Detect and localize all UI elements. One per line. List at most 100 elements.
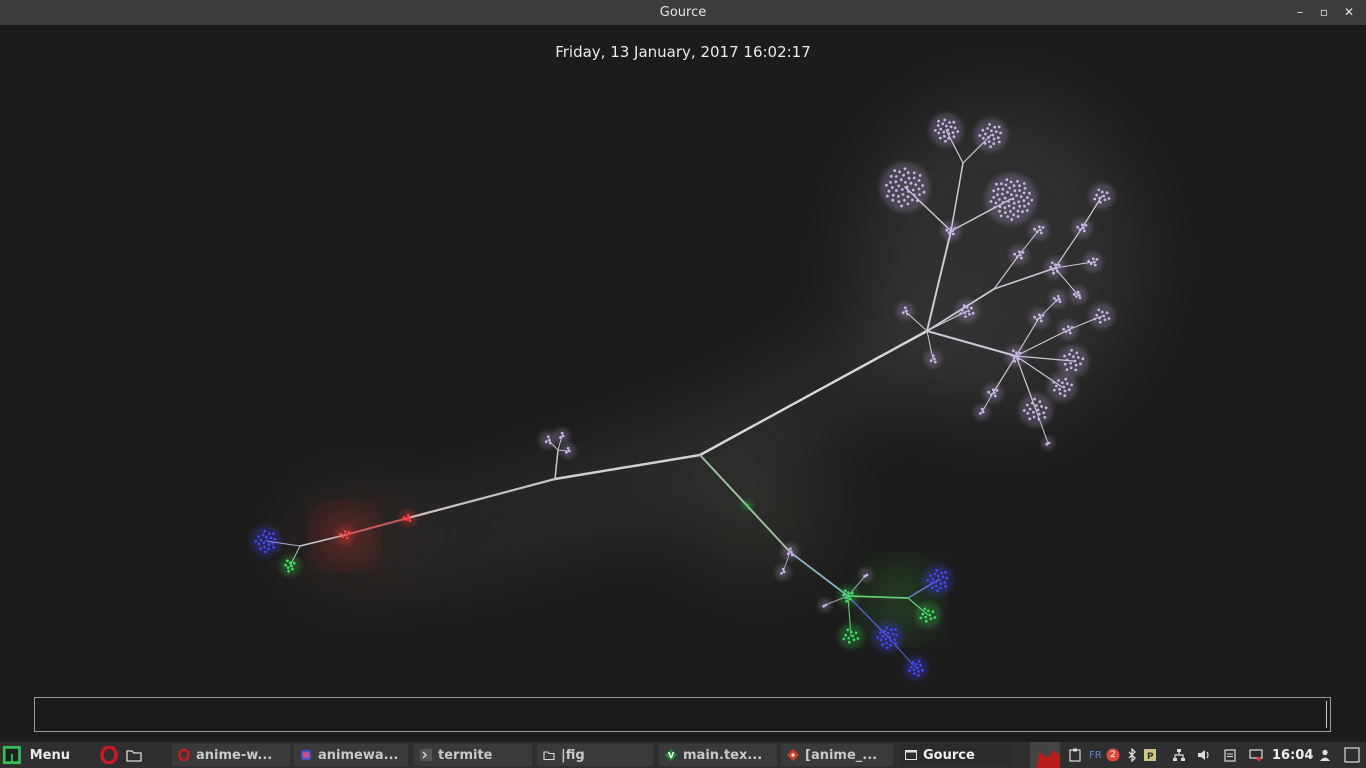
file-node [1004,183,1008,187]
file-node [987,140,991,144]
task-termite[interactable]: termite [414,744,532,766]
file-node [1019,253,1022,257]
volume-icon[interactable] [1197,748,1211,762]
opera-launcher[interactable] [100,742,118,768]
file-node [402,515,406,519]
file-node [891,198,895,202]
file-node [1003,211,1007,215]
file-node [1017,250,1021,254]
file-cluster-glow [838,623,864,649]
file-node [790,550,793,554]
file-node [936,574,940,578]
file-node [288,561,292,565]
file-node [1010,218,1014,221]
file-node [1022,191,1026,195]
close-button[interactable]: ✕ [1341,4,1357,20]
file-cluster-glow [1083,252,1103,272]
file-node [952,120,956,124]
file-node [941,575,945,579]
file-node [881,634,885,638]
task-animewa[interactable]: animewa... [294,744,408,766]
file-node [266,539,270,543]
file-cluster-glow [903,655,929,681]
clock[interactable]: 16:04 [1272,742,1313,768]
file-node [1003,206,1007,210]
task-anime-git[interactable]: [anime_... [781,744,893,766]
file-cluster-glow [896,302,914,320]
file-node [1077,356,1080,359]
file-node [1063,389,1067,393]
file-node [897,200,901,204]
file-node [1013,189,1017,193]
file-cluster-glow [924,350,942,368]
file-node [911,188,915,192]
file-node [967,309,970,313]
file-node [970,306,973,310]
file-node [565,451,568,454]
file-node [929,574,932,577]
gource-canvas[interactable]: Friday, 13 January, 2017 16:02:17 [0,25,1366,742]
file-node [849,597,852,601]
file-node [983,142,987,145]
file-cluster-glow [915,602,941,628]
clipboard-manager-icon[interactable] [1223,748,1237,762]
file-node [851,634,855,638]
file-node [1057,379,1060,382]
file-node [1075,351,1079,355]
file-node [886,631,890,635]
terminal-icon [420,749,432,761]
keyboard-layout-indicator[interactable]: FR [1089,742,1102,768]
file-node [904,180,907,184]
task-anime-web-1[interactable]: anime-w... [172,744,290,766]
network-icon[interactable] [1172,748,1186,762]
clipboard-icon[interactable] [1068,748,1082,762]
file-cluster-glow [941,221,961,241]
file-node [912,171,916,175]
menu-button[interactable]: Menu [0,742,70,768]
file-node [926,579,930,582]
user-icon[interactable] [1318,748,1332,762]
file-node [1055,299,1058,302]
file-node [891,193,895,197]
file-node [1055,266,1058,270]
vim-icon: V [665,749,677,761]
file-node [1016,354,1019,358]
window-titlebar[interactable]: Gource – ▫ ✕ [0,0,1366,25]
task-fig-folder[interactable]: |fig [537,744,653,766]
show-desktop-icon[interactable] [1344,747,1360,763]
minimize-button[interactable]: – [1292,4,1308,20]
file-node [790,553,794,557]
file-node [893,638,897,641]
file-node [933,357,936,361]
file-node [1098,200,1102,204]
file-node [267,543,271,547]
file-node [911,661,915,664]
file-node [1012,356,1016,360]
bluetooth-icon[interactable] [1125,748,1139,762]
file-manager-launcher[interactable] [126,742,142,768]
file-node [952,135,956,139]
file-node [916,666,919,670]
file-node [788,547,792,551]
file-node [846,591,850,595]
task-gource[interactable]: Gource [899,744,1011,766]
maximize-button[interactable]: ▫ [1316,4,1332,20]
file-cluster-glow [539,431,557,449]
file-node [899,178,903,182]
file-node [897,184,901,188]
chat-notification-icon[interactable] [1249,748,1263,762]
task-main-tex[interactable]: V main.tex... [659,744,777,766]
notification-badge[interactable]: 2 [1106,742,1120,768]
file-cluster-glow [1058,320,1078,340]
password-manager-icon[interactable]: P [1143,748,1157,762]
file-node [1022,409,1026,412]
file-node [1012,184,1016,188]
file-node [781,567,785,571]
command-input[interactable] [34,697,1331,732]
file-node [1069,366,1073,370]
file-node [912,668,916,672]
file-node [1063,362,1067,366]
file-node [905,309,908,313]
file-node [883,629,887,633]
tray-cpu-graph[interactable] [1030,742,1060,768]
